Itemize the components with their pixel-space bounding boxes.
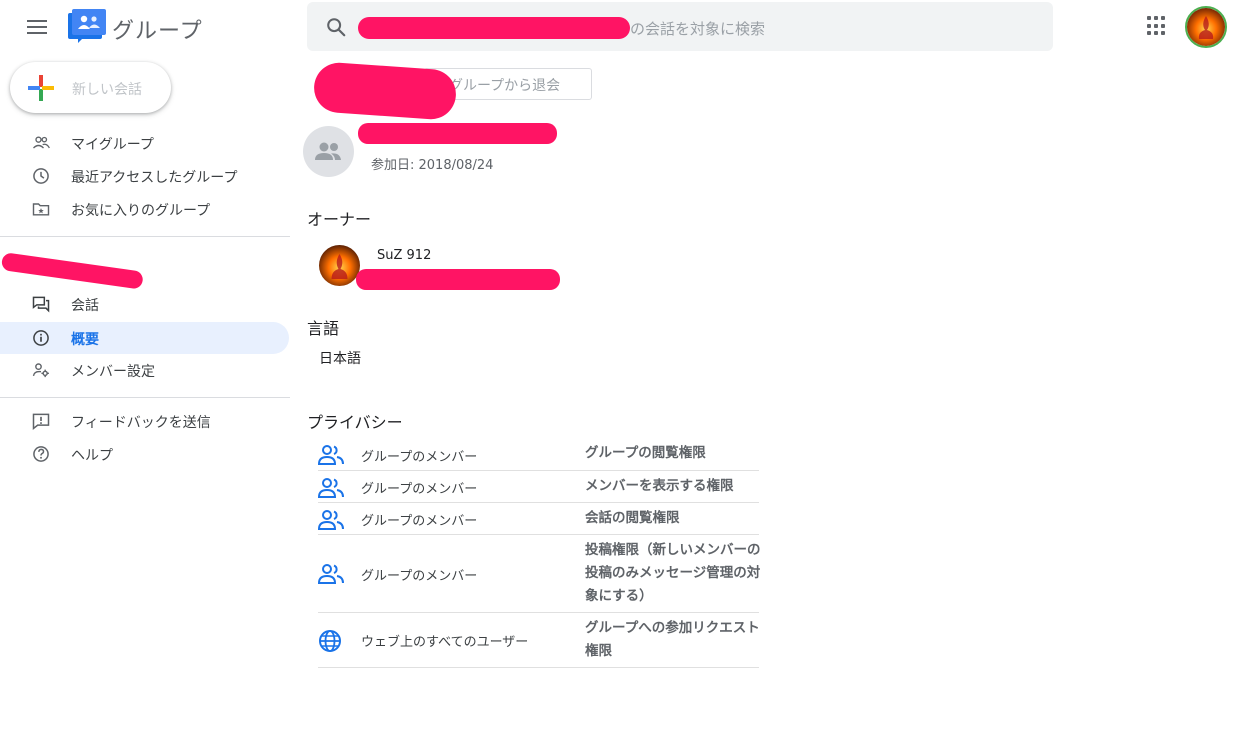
leave-group-label: グループから退会 <box>449 78 561 94</box>
sidebar-item-label: マイグループ <box>71 137 154 153</box>
language-section-title: 言語 <box>307 319 340 338</box>
group-icon <box>318 478 344 498</box>
app-title: グループ <box>112 19 203 44</box>
privacy-permission: グループの閲覧権限 <box>585 445 706 461</box>
forum-icon <box>32 296 50 313</box>
sidebar-divider <box>0 397 290 398</box>
avatar-image <box>319 245 360 286</box>
search-icon[interactable] <box>325 16 347 38</box>
group-icon <box>318 445 344 465</box>
privacy-who: グループのメンバー <box>361 482 478 497</box>
sidebar-item-send-feedback[interactable]: フィードバックを送信 <box>0 405 289 437</box>
star-folder-icon <box>32 203 50 216</box>
privacy-permission: グループへの参加リクエスト権限 <box>585 620 760 659</box>
sidebar-item-label: 概要 <box>71 332 99 348</box>
people-icon <box>33 136 50 149</box>
group-icon <box>318 564 344 584</box>
privacy-row: グループのメンバー 投稿権限（新しいメンバーの投稿のみメッセージ管理の対象にする… <box>318 535 761 613</box>
redaction-mark <box>0 252 144 290</box>
main-menu-button[interactable] <box>22 14 52 40</box>
account-avatar[interactable] <box>1185 6 1227 48</box>
sidebar-item-member-settings[interactable]: メンバー設定 <box>0 354 289 386</box>
sidebar-item-label: お気に入りのグループ <box>71 203 211 219</box>
sidebar-item-conversations[interactable]: 会話 <box>0 288 289 320</box>
sidebar-item-recent-groups[interactable]: 最近アクセスしたグループ <box>0 160 289 192</box>
sidebar-item-about[interactable]: 概要 <box>0 322 289 354</box>
privacy-who: グループのメンバー <box>361 450 478 465</box>
plus-icon <box>28 75 54 101</box>
privacy-row: グループのメンバー 会話の閲覧権限 <box>318 503 759 535</box>
privacy-row: ウェブ上のすべてのユーザー グループへの参加リクエスト権限 <box>318 613 760 668</box>
groups-logo-icon <box>68 9 106 43</box>
owner-avatar[interactable] <box>319 245 360 286</box>
privacy-who: グループのメンバー <box>361 569 478 584</box>
language-value: 日本語 <box>319 351 361 367</box>
sidebar-item-label: メンバー設定 <box>71 364 155 380</box>
globe-icon <box>319 630 341 652</box>
redaction-mark <box>312 61 458 121</box>
owner-section-title: オーナー <box>307 210 372 229</box>
privacy-row: グループのメンバー メンバーを表示する権限 <box>318 471 759 503</box>
redaction-mark <box>358 17 630 39</box>
avatar-image <box>1187 8 1225 46</box>
redaction-mark <box>358 123 557 144</box>
member-settings-icon <box>32 363 49 378</box>
privacy-permission: メンバーを表示する権限 <box>585 478 734 494</box>
sidebar-item-favorite-groups[interactable]: お気に入りのグループ <box>0 193 289 225</box>
clock-icon <box>33 168 49 184</box>
sidebar-item-label: ヘルプ <box>71 448 113 464</box>
privacy-who: グループのメンバー <box>361 514 478 529</box>
sidebar-item-my-groups[interactable]: マイグループ <box>0 127 289 159</box>
sidebar-item-label: フィードバックを送信 <box>71 415 211 431</box>
group-icon <box>318 510 344 530</box>
sidebar-item-help[interactable]: ヘルプ <box>0 438 289 470</box>
sidebar-item-label: 最近アクセスしたグループ <box>71 170 238 186</box>
redaction-mark <box>356 269 560 290</box>
info-icon <box>33 330 49 346</box>
joined-date: 参加日: 2018/08/24 <box>371 158 494 173</box>
apps-grid-icon[interactable] <box>1147 16 1167 36</box>
help-icon <box>33 446 49 462</box>
privacy-permission: 投稿権限（新しいメンバーの投稿のみメッセージ管理の対象にする） <box>585 542 761 604</box>
new-conversation-label: 新しい会話 <box>72 82 142 98</box>
group-avatar <box>303 126 354 177</box>
feedback-icon <box>32 413 50 431</box>
owner-name[interactable]: SuZ 912 <box>377 248 431 263</box>
sidebar-divider <box>0 236 290 237</box>
menu-icon <box>27 20 47 22</box>
privacy-permission: 会話の閲覧権限 <box>585 510 680 526</box>
search-input[interactable]: の会話を対象に検索 <box>630 18 765 39</box>
privacy-row: グループのメンバー グループの閲覧権限 <box>318 438 759 471</box>
new-conversation-button[interactable]: 新しい会話 <box>10 62 171 113</box>
group-icon <box>315 142 341 160</box>
sidebar-item-label: 会話 <box>71 298 99 314</box>
privacy-section-title: プライバシー <box>307 413 403 432</box>
privacy-who: ウェブ上のすべてのユーザー <box>361 635 529 650</box>
